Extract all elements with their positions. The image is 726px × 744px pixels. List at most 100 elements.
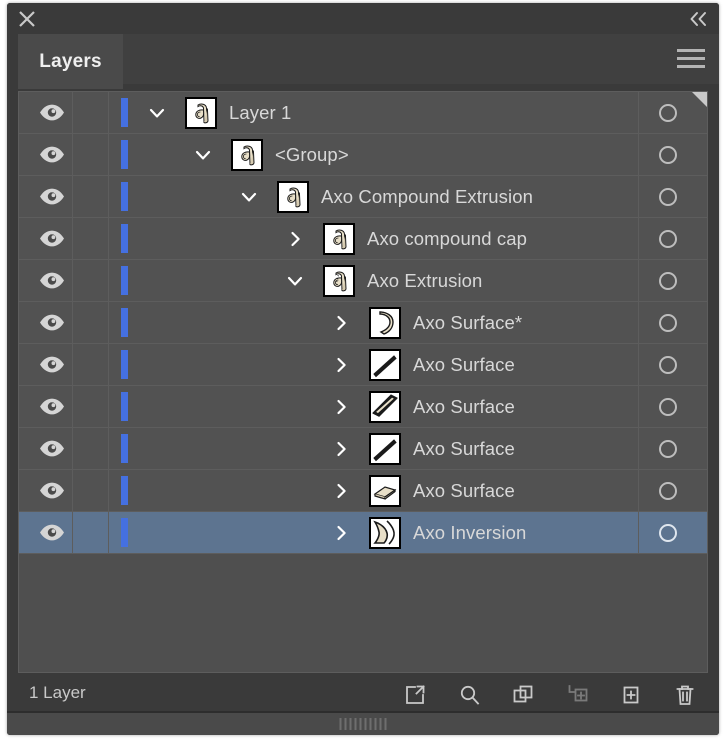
- layers-rows: Layer 1 <Group> Axo Compound Extrusion Axo …: [19, 92, 707, 554]
- layer-thumbnail[interactable]: [369, 433, 401, 465]
- layer-row[interactable]: Axo Surface: [19, 344, 707, 386]
- layer-thumbnail[interactable]: [369, 391, 401, 423]
- panel-titlebar: [7, 3, 719, 34]
- layer-thumbnail[interactable]: [369, 475, 401, 507]
- layers-list[interactable]: Layer 1 <Group> Axo Compound Extrusion Axo …: [18, 91, 708, 673]
- layer-color-indicator: [121, 266, 128, 295]
- disclosure-collapsed-icon[interactable]: [331, 481, 351, 501]
- column-divider: [638, 134, 639, 175]
- layer-row[interactable]: Axo Surface: [19, 386, 707, 428]
- layer-row[interactable]: Axo Surface: [19, 470, 707, 512]
- layer-thumbnail[interactable]: [231, 139, 263, 171]
- make-clipping-mask-icon[interactable]: [509, 681, 537, 709]
- layer-color-indicator: [121, 434, 128, 463]
- disclosure-collapsed-icon[interactable]: [285, 229, 305, 249]
- disclosure-expanded-icon[interactable]: [193, 145, 213, 165]
- target-selection-circle[interactable]: [659, 272, 677, 290]
- layer-row[interactable]: Axo Surface*: [19, 302, 707, 344]
- column-divider: [72, 134, 73, 175]
- footer-toolbar: [401, 677, 699, 713]
- layer-thumbnail[interactable]: [369, 517, 401, 549]
- layer-name-label: Axo compound cap: [367, 228, 527, 249]
- create-new-layer-icon[interactable]: [617, 681, 645, 709]
- layer-color-indicator: [121, 140, 128, 169]
- layer-thumbnail[interactable]: [185, 97, 217, 129]
- target-selection-circle[interactable]: [659, 104, 677, 122]
- column-divider: [72, 512, 73, 553]
- layer-name-label: <Group>: [275, 144, 349, 165]
- visibility-toggle-eye-icon[interactable]: [39, 146, 65, 163]
- layer-thumbnail[interactable]: [323, 265, 355, 297]
- list-corner-marker: [692, 92, 707, 107]
- visibility-toggle-eye-icon[interactable]: [39, 440, 65, 457]
- layer-row[interactable]: <Group>: [19, 134, 707, 176]
- column-divider: [638, 176, 639, 217]
- disclosure-expanded-icon[interactable]: [147, 103, 167, 123]
- column-divider: [108, 260, 109, 301]
- close-icon[interactable]: [16, 8, 38, 30]
- target-selection-circle[interactable]: [659, 398, 677, 416]
- disclosure-collapsed-icon[interactable]: [331, 439, 351, 459]
- target-selection-circle[interactable]: [659, 146, 677, 164]
- visibility-toggle-eye-icon[interactable]: [39, 188, 65, 205]
- column-divider: [72, 470, 73, 511]
- column-divider: [638, 218, 639, 259]
- column-divider: [638, 428, 639, 469]
- tabstrip-empty-area: [123, 34, 719, 84]
- target-selection-circle[interactable]: [659, 188, 677, 206]
- delete-selection-icon[interactable]: [671, 681, 699, 709]
- layer-thumbnail[interactable]: [277, 181, 309, 213]
- column-divider: [108, 386, 109, 427]
- column-divider: [638, 344, 639, 385]
- column-divider: [638, 386, 639, 427]
- locate-object-icon[interactable]: [455, 681, 483, 709]
- layer-row[interactable]: Axo Extrusion: [19, 260, 707, 302]
- tab-layers[interactable]: Layers: [18, 34, 123, 89]
- column-divider: [108, 134, 109, 175]
- target-selection-circle[interactable]: [659, 314, 677, 332]
- column-divider: [72, 302, 73, 343]
- layer-color-indicator: [121, 350, 128, 379]
- target-selection-circle[interactable]: [659, 524, 677, 542]
- layer-thumbnail[interactable]: [369, 307, 401, 339]
- panel-resize-grip[interactable]: [7, 711, 719, 735]
- disclosure-collapsed-icon[interactable]: [331, 523, 351, 543]
- column-divider: [108, 428, 109, 469]
- column-divider: [108, 92, 109, 133]
- target-selection-circle[interactable]: [659, 440, 677, 458]
- layer-row[interactable]: Layer 1: [19, 92, 707, 134]
- hamburger-menu-icon[interactable]: [677, 49, 705, 71]
- layer-thumbnail[interactable]: [369, 349, 401, 381]
- disclosure-collapsed-icon[interactable]: [331, 397, 351, 417]
- layer-color-indicator: [121, 98, 128, 127]
- visibility-toggle-eye-icon[interactable]: [39, 272, 65, 289]
- visibility-toggle-eye-icon[interactable]: [39, 524, 65, 541]
- collapse-double-chevron-icon[interactable]: [686, 8, 710, 30]
- disclosure-collapsed-icon[interactable]: [331, 355, 351, 375]
- layers-panel: Layers Layer 1 <Group> Axo Compound Extrus…: [7, 3, 719, 735]
- visibility-toggle-eye-icon[interactable]: [39, 482, 65, 499]
- layer-row[interactable]: Axo Compound Extrusion: [19, 176, 707, 218]
- disclosure-expanded-icon[interactable]: [285, 271, 305, 291]
- visibility-toggle-eye-icon[interactable]: [39, 230, 65, 247]
- disclosure-collapsed-icon[interactable]: [331, 313, 351, 333]
- release-to-layers-icon[interactable]: [401, 681, 429, 709]
- visibility-toggle-eye-icon[interactable]: [39, 398, 65, 415]
- visibility-toggle-eye-icon[interactable]: [39, 104, 65, 121]
- column-divider: [638, 512, 639, 553]
- target-selection-circle[interactable]: [659, 356, 677, 374]
- layer-row[interactable]: Axo compound cap: [19, 218, 707, 260]
- visibility-toggle-eye-icon[interactable]: [39, 356, 65, 373]
- grip-lines: [339, 718, 387, 730]
- column-divider: [72, 344, 73, 385]
- disclosure-expanded-icon[interactable]: [239, 187, 259, 207]
- layer-row[interactable]: Axo Inversion: [19, 512, 707, 554]
- create-new-sublayer-icon: [563, 681, 591, 709]
- target-selection-circle[interactable]: [659, 230, 677, 248]
- layer-name-label: Axo Extrusion: [367, 270, 483, 291]
- column-divider: [108, 470, 109, 511]
- visibility-toggle-eye-icon[interactable]: [39, 314, 65, 331]
- target-selection-circle[interactable]: [659, 482, 677, 500]
- layer-row[interactable]: Axo Surface: [19, 428, 707, 470]
- layer-thumbnail[interactable]: [323, 223, 355, 255]
